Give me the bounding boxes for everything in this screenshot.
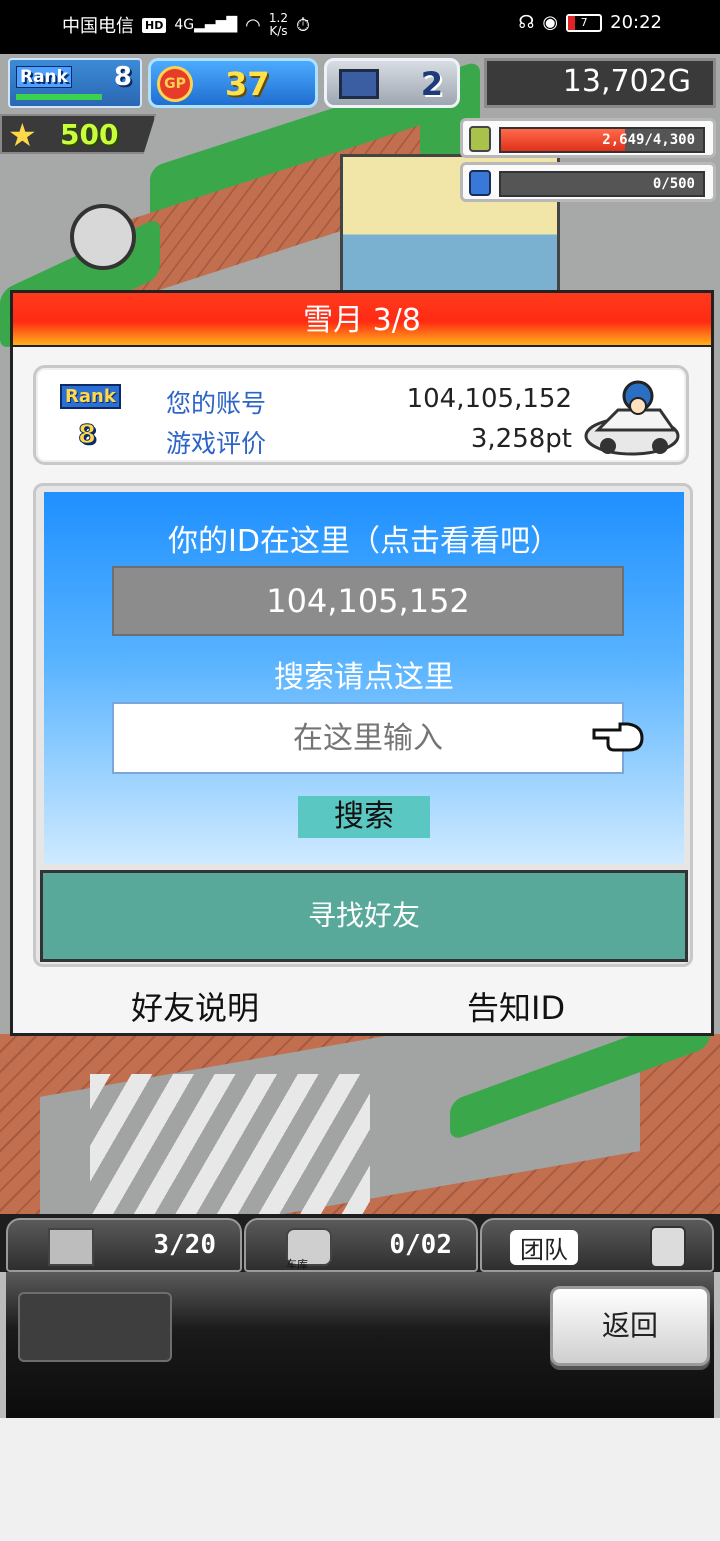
fuel-resource-bar: 0/500 [499, 171, 705, 197]
headphone-icon: ☊ [518, 12, 535, 33]
coin-resource-bar: 2,649/4,300 [499, 127, 705, 153]
eye-icon: ◉ [542, 12, 559, 33]
pointing-hand-icon [592, 722, 644, 752]
rating-value: 3,258pt [470, 424, 572, 454]
id-prompt: 你的ID在这里（点击看看吧） [168, 524, 560, 559]
tab-garage[interactable]: 车库 0/02 [244, 1218, 478, 1272]
search-prompt: 搜索请点这里 [274, 660, 454, 695]
materials-count: 3/20 [153, 1230, 216, 1260]
rank-display: Rank 8 [8, 58, 142, 108]
empty-slot [18, 1292, 172, 1362]
find-friends-button[interactable]: 寻找好友 [40, 870, 688, 962]
signal-icon: 4G▂▄▆█ [174, 17, 238, 33]
account-info-card: Rank 8 您的账号 104,105,152 游戏评价 3,258pt [33, 365, 689, 465]
garage-sublabel: 车库 [286, 1258, 308, 1271]
search-panel: 你的ID在这里（点击看看吧） 104,105,152 搜索请点这里 搜索 寻找好… [33, 483, 693, 967]
pc-display[interactable]: 2 [324, 58, 460, 108]
friend-dialog: 雪月 3/8 Rank 8 您的账号 104,105,152 游戏评价 3,25… [10, 290, 714, 1036]
star-icon: ★ [8, 116, 37, 154]
network-speed: 1.2 K/s [268, 11, 288, 38]
search-button[interactable]: 搜索 [298, 796, 430, 838]
garage-count: 0/02 [389, 1230, 452, 1260]
crate-icon [48, 1228, 94, 1266]
member-face-icon [650, 1226, 686, 1268]
battery-icon: 7 [566, 13, 603, 32]
computer-icon [339, 69, 379, 99]
coin-resource-text: 2,649/4,300 [602, 132, 695, 148]
gp-display[interactable]: GP 37 [148, 58, 318, 108]
bottom-tab-bar: 3/20 车库 0/02 团队 [0, 1214, 720, 1274]
info-rank-label: Rank [60, 384, 121, 409]
dialog-title: 雪月 3/8 [13, 293, 711, 347]
tab-materials[interactable]: 3/20 [6, 1218, 242, 1272]
gp-value: 37 [225, 65, 270, 103]
money-display: 13,702G [484, 58, 716, 108]
friend-info-link[interactable]: 好友说明 [131, 983, 259, 1029]
coin-resource: 2,649/4,300 [460, 118, 716, 158]
rank-label: Rank [16, 66, 72, 88]
wifi-icon: ◠ [245, 14, 261, 36]
tab-team[interactable]: 团队 [480, 1218, 714, 1272]
id-search-area: 你的ID在这里（点击看看吧） 104,105,152 搜索请点这里 搜索 [44, 492, 684, 864]
bottom-panel: 返回 [0, 1272, 720, 1418]
clock-time: 20:22 [610, 12, 662, 33]
gear-icon [70, 204, 136, 270]
hd-badge: HD [142, 17, 167, 33]
car-avatar-icon [584, 380, 680, 456]
star-value: 500 [60, 118, 119, 151]
tell-id-link[interactable]: 告知ID [467, 983, 565, 1029]
rank-progress-bar [16, 94, 102, 100]
player-id-box[interactable]: 104,105,152 [112, 566, 624, 636]
status-bar: 中国电信 HD 4G▂▄▆█ ◠ 1.2 K/s ⏱ ☊ ◉ 7 20:22 [0, 0, 720, 54]
pc-value: 2 [420, 65, 443, 103]
account-label: 您的账号 [166, 389, 267, 418]
star-display: ★ 500 [0, 114, 156, 154]
rank-value: 8 [113, 62, 132, 92]
info-rank-value: 8 [77, 420, 97, 451]
bottle-icon [469, 170, 491, 196]
bottom-blank-area [0, 1418, 720, 1541]
coin-stack-icon [469, 126, 491, 152]
back-button[interactable]: 返回 [550, 1286, 710, 1366]
gp-icon: GP [157, 66, 193, 102]
carrier-label: 中国电信 [62, 16, 134, 37]
team-label: 团队 [510, 1230, 578, 1265]
search-input[interactable] [112, 702, 624, 774]
fuel-resource: 0/500 [460, 162, 716, 202]
account-value: 104,105,152 [406, 384, 572, 414]
fuel-resource-text: 0/500 [652, 176, 695, 192]
rating-label: 游戏评价 [166, 429, 267, 458]
alarm-icon: ⏱ [295, 14, 311, 36]
